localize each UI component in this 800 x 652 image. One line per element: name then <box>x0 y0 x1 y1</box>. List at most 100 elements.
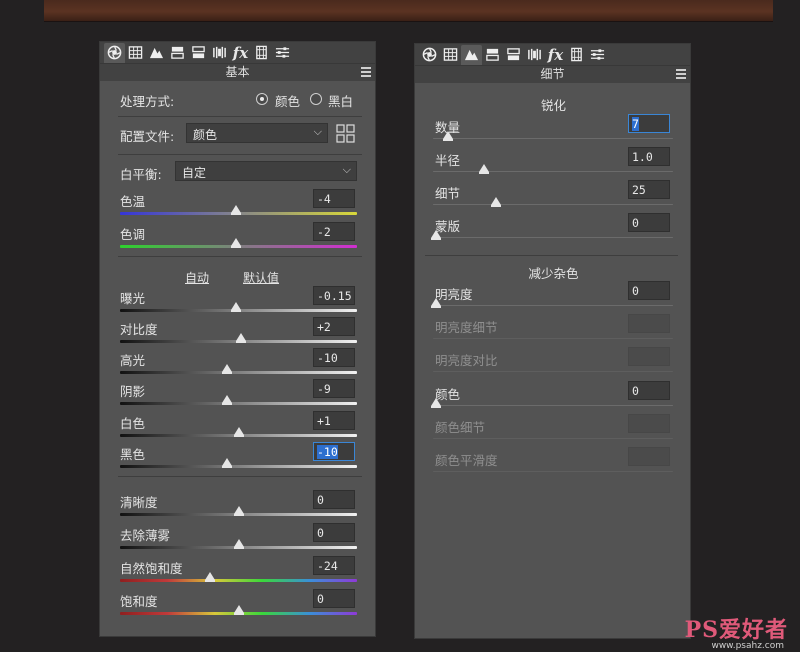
slider-label: 色调 <box>120 227 146 242</box>
default-button[interactable]: 默认值 <box>243 269 279 286</box>
slider-thumb[interactable] <box>431 398 441 408</box>
slider-thumb[interactable] <box>221 364 232 374</box>
tab-basic[interactable] <box>419 45 440 65</box>
slider-thumb[interactable] <box>233 506 244 516</box>
slider-value-field[interactable]: -9 <box>313 379 355 398</box>
slider-value-field[interactable]: +2 <box>313 317 355 336</box>
sharpen-section-title: 锐化 <box>540 98 566 113</box>
slider-thumb[interactable] <box>231 302 242 312</box>
slider-value-field[interactable]: -10 <box>313 442 355 461</box>
tab-detail[interactable] <box>461 44 482 65</box>
tab-effects[interactable]: fx <box>545 45 566 65</box>
tab-detail[interactable] <box>146 43 167 63</box>
divider <box>118 154 362 155</box>
slider-thumb[interactable] <box>233 605 244 615</box>
chevron-down-icon: ⌵ <box>342 163 351 176</box>
camera-calibration-icon <box>256 45 267 60</box>
slider-thumb[interactable] <box>431 298 441 308</box>
white-balance-label: 白平衡: <box>120 167 162 182</box>
tab-presets[interactable] <box>272 43 293 63</box>
profile-browser-grid-icon[interactable] <box>336 124 355 143</box>
profile-dropdown[interactable]: 颜色 ⌵ <box>186 123 328 143</box>
slider-value-field[interactable]: 0 <box>313 490 355 509</box>
slider-track[interactable] <box>433 171 673 172</box>
slider-value-field[interactable]: 0 <box>313 523 355 542</box>
slider-track[interactable] <box>433 138 673 139</box>
panel-title: 基本 <box>100 64 375 81</box>
slider-thumb[interactable] <box>205 572 216 582</box>
slider-track[interactable] <box>433 405 673 406</box>
slider-track[interactable] <box>433 204 673 205</box>
bw-radio[interactable] <box>310 93 322 105</box>
slider-track <box>433 338 673 339</box>
tab-tone-curve[interactable] <box>440 45 461 65</box>
watermark-url: www.psahz.com <box>711 641 784 651</box>
slider-value-text: 1.0 <box>632 150 653 164</box>
slider-value-field[interactable]: +1 <box>313 411 355 430</box>
slider-value-field[interactable]: 1.0 <box>628 147 670 166</box>
color-radio[interactable] <box>256 93 268 105</box>
slider-thumb[interactable] <box>479 164 489 174</box>
camera-calibration-icon <box>571 47 582 62</box>
mountains-icon <box>149 47 164 59</box>
tab-hsl[interactable] <box>482 45 503 65</box>
tab-split-toning[interactable] <box>188 43 209 63</box>
hsl-icon <box>192 46 205 59</box>
slider-value-field[interactable]: -10 <box>313 348 355 367</box>
slider-track[interactable] <box>433 237 673 238</box>
slider-thumb[interactable] <box>235 333 246 343</box>
panel-menu-icon[interactable] <box>676 69 686 79</box>
tab-calibration[interactable] <box>566 45 587 65</box>
slider-track[interactable] <box>120 579 357 582</box>
slider-thumb[interactable] <box>231 205 242 215</box>
slider-track[interactable] <box>120 371 357 374</box>
slider-thumb[interactable] <box>221 395 232 405</box>
slider-label: 颜色平滑度 <box>435 453 498 468</box>
slider-label: 明亮度对比 <box>435 353 498 368</box>
slider-value-field[interactable]: 25 <box>628 180 670 199</box>
lens-icon <box>528 48 541 61</box>
slider-thumb[interactable] <box>443 131 453 141</box>
slider-value-field[interactable]: 0 <box>628 281 670 300</box>
slider-value-field[interactable]: 7 <box>628 114 670 133</box>
slider-value-text: 0 <box>632 284 639 298</box>
slider-thumb[interactable] <box>221 458 232 468</box>
aperture-icon <box>422 47 437 62</box>
slider-label: 颜色细节 <box>435 420 486 435</box>
tab-presets[interactable] <box>587 45 608 65</box>
slider-track[interactable] <box>120 465 357 468</box>
slider-value-field[interactable]: -24 <box>313 556 355 575</box>
split-toning-icon <box>486 48 499 61</box>
slider-value-field[interactable]: 0 <box>628 213 670 232</box>
slider-track[interactable] <box>120 402 357 405</box>
slider-thumb[interactable] <box>233 427 244 437</box>
tab-lens[interactable] <box>524 45 545 65</box>
slider-value-field[interactable]: -0.15 <box>313 286 355 305</box>
slider-thumb[interactable] <box>491 197 501 207</box>
tab-tone-curve[interactable] <box>125 43 146 63</box>
slider-track <box>433 471 673 472</box>
slider-value-text: 0 <box>632 216 639 230</box>
white-balance-dropdown[interactable]: 自定 ⌵ <box>175 161 357 181</box>
slider-thumb[interactable] <box>233 539 244 549</box>
panel-menu-icon[interactable] <box>361 67 371 77</box>
tab-split-toning[interactable] <box>503 45 524 65</box>
slider-value-field[interactable]: 0 <box>313 589 355 608</box>
slider-label: 细节 <box>435 186 461 201</box>
color-radio-label: 颜色 <box>275 94 301 109</box>
slider-value-field[interactable]: 0 <box>628 381 670 400</box>
tab-basic[interactable] <box>104 42 125 63</box>
tab-lens[interactable] <box>209 43 230 63</box>
panel-title-text: 细节 <box>540 67 565 81</box>
auto-button[interactable]: 自动 <box>185 269 209 286</box>
slider-thumb[interactable] <box>431 230 441 240</box>
tab-effects[interactable]: fx <box>230 43 251 63</box>
slider-value-field[interactable]: -4 <box>313 189 355 208</box>
tab-calibration[interactable] <box>251 43 272 63</box>
slider-track[interactable] <box>433 305 673 306</box>
slider-thumb[interactable] <box>231 238 242 248</box>
tab-hsl[interactable] <box>167 43 188 63</box>
slider-value-field[interactable]: -2 <box>313 222 355 241</box>
divider <box>118 116 362 117</box>
process-label: 处理方式: <box>120 94 175 109</box>
